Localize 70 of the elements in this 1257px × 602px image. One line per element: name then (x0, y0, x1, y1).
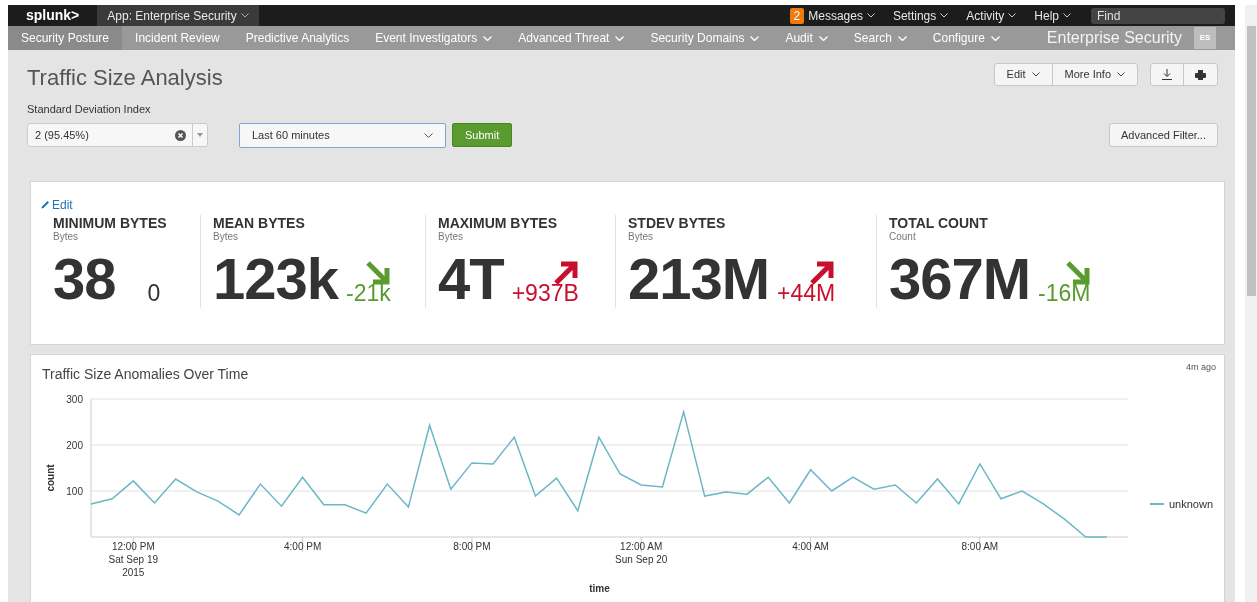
metric-unit: Bytes (53, 230, 79, 242)
metric-unit: Bytes (628, 230, 654, 242)
messages-menu[interactable]: 2 Messages (789, 6, 875, 25)
edit-button[interactable]: Edit (994, 64, 1053, 85)
caret-icon (866, 13, 875, 18)
download-icon (1162, 69, 1172, 80)
metric-value: 123k (213, 249, 339, 308)
advanced-filter-button[interactable]: Advanced Filter... (1109, 123, 1218, 147)
metric-unit: Count (889, 230, 917, 242)
find-field[interactable]: Find (1091, 7, 1225, 24)
metric-delta: +44M (777, 281, 836, 304)
x-tick-label: 4:00 AM (792, 540, 829, 552)
menu-item[interactable]: Activity (966, 6, 1017, 25)
metric-label: MEAN BYTES (213, 214, 306, 231)
down-arrow-icon (364, 259, 391, 286)
x-tick-label: 12:00 AM Sun Sep 20 (615, 540, 668, 565)
caret-icon (1031, 72, 1040, 77)
y-tick-label: 300 (66, 393, 83, 405)
caret-icon (197, 133, 203, 137)
axis-title: time (589, 582, 610, 594)
caret-icon (1008, 13, 1017, 18)
caret-icon (940, 13, 949, 18)
app-title: Enterprise Security (1046, 28, 1182, 48)
message-count-badge: 2 (789, 7, 805, 24)
metric-label: STDEV BYTES (628, 214, 727, 231)
more-info-button[interactable]: More Info (1052, 64, 1137, 85)
legend-swatch (1149, 502, 1165, 505)
scrollbar-thumb[interactable] (1246, 26, 1256, 296)
metric-value: 38 (53, 249, 116, 308)
metric-delta: 0 (147, 281, 161, 304)
metric-delta: -21k (346, 281, 391, 304)
metric-unit: Bytes (213, 230, 239, 242)
up-arrow-icon (809, 259, 836, 286)
x-tick-label: 8:00 AM (961, 540, 999, 552)
y-tick-label: 200 (66, 439, 83, 451)
metric-label: MAXIMUM BYTES (438, 214, 558, 231)
up-arrow-icon (552, 259, 579, 286)
x-tick-label: 12:00 PM Sat Sep 19 2015 (108, 540, 159, 578)
panel-title: Traffic Size Anomalies Over Time (42, 364, 249, 384)
app-badge: ES (1194, 27, 1216, 49)
page-title: Traffic Size Analysis (27, 64, 224, 92)
metric-delta: -16M (1038, 281, 1091, 304)
metric-value: 213M (628, 249, 770, 308)
metric-value: 367M (889, 249, 1031, 308)
clear-icon[interactable] (175, 129, 186, 141)
menu-item[interactable]: Settings (892, 6, 949, 25)
metric-label: TOTAL COUNT (889, 214, 989, 231)
caret-icon (424, 132, 433, 138)
splunk-logo[interactable]: splunk> (8, 5, 98, 26)
timestamp: 4m ago (1185, 360, 1216, 374)
pencil-icon (41, 200, 50, 209)
time-range-dropdown[interactable]: Last 60 minutes (239, 122, 446, 148)
edit-link[interactable]: Edit (41, 195, 73, 214)
legend-label[interactable]: unknown (1169, 497, 1214, 510)
down-arrow-icon (1064, 259, 1091, 286)
caret-icon (240, 13, 249, 18)
app-menu[interactable]: App: Enterprise Security (97, 5, 259, 26)
y-tick-label: 100 (66, 485, 83, 497)
caret-icon (1117, 72, 1125, 77)
field-label: Standard Deviation Index (27, 102, 152, 117)
x-tick-label: 8:00 PM (453, 540, 491, 552)
x-tick-label: 4:00 PM (284, 540, 322, 552)
metric-value: 4T (438, 249, 504, 308)
metric-delta: +937B (511, 281, 579, 304)
caret-icon (1063, 13, 1071, 18)
std-dev-dropdown[interactable]: 2 (95.45%) (27, 123, 208, 147)
axis-title: count (45, 463, 56, 492)
metric-label: MINIMUM BYTES (53, 214, 168, 231)
menu-item[interactable]: Help (1034, 6, 1071, 25)
metric-unit: Bytes (438, 230, 464, 242)
